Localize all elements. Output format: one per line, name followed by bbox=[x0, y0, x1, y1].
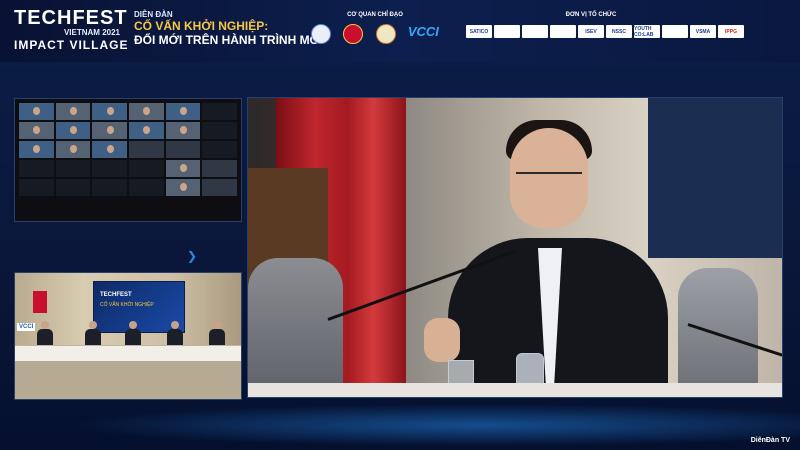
participant-tile bbox=[92, 179, 127, 196]
chevron-decoration-icon: ❯ bbox=[187, 249, 198, 263]
glasses-icon bbox=[516, 172, 582, 186]
participant-tile bbox=[55, 141, 91, 158]
participant-tile bbox=[92, 141, 127, 158]
forum-title-block: DIỄN ĐÀN CỐ VẤN KHỞI NGHIỆP: ĐỔI MỚI TRÊ… bbox=[134, 10, 323, 47]
participant-tile bbox=[19, 103, 54, 120]
organizer-logo: SATICO bbox=[466, 25, 492, 38]
speaker-video bbox=[247, 97, 783, 398]
participant-tile bbox=[165, 141, 201, 158]
participant-tile bbox=[202, 141, 237, 158]
participant-tile bbox=[55, 160, 91, 177]
participant-tile bbox=[19, 160, 54, 177]
participant-tile bbox=[129, 179, 164, 196]
participant-tile bbox=[19, 122, 54, 139]
forum-title-line1: CỐ VẤN KHỞI NGHIỆP: bbox=[134, 19, 269, 33]
techfest-logo: TECHFEST VIETNAM 2021 IMPACT VILLAGE bbox=[14, 8, 128, 52]
video-conference-grid bbox=[14, 98, 242, 222]
organizer-logo bbox=[550, 25, 576, 38]
participant-tile bbox=[129, 160, 164, 177]
participant-tile bbox=[165, 160, 201, 177]
organizer-logo bbox=[494, 25, 520, 38]
conference-table bbox=[15, 345, 241, 362]
youth-union-icon bbox=[375, 24, 396, 44]
national-emblem-icon bbox=[343, 24, 364, 44]
participant-tile bbox=[55, 179, 91, 196]
stage-glow bbox=[0, 400, 800, 450]
organizer-logo: ISEV bbox=[578, 25, 604, 38]
broadcaster-watermark: DiênĐàn TV bbox=[750, 437, 790, 444]
organizer-logo: IPPG bbox=[718, 25, 744, 38]
participant-tile bbox=[92, 122, 127, 139]
participant-tile bbox=[202, 179, 237, 196]
brand-village: IMPACT VILLAGE bbox=[14, 38, 129, 52]
participant-tile bbox=[165, 103, 201, 120]
blue-panel bbox=[648, 98, 782, 258]
participant-tile bbox=[202, 122, 237, 139]
vcci-logo: VCCI bbox=[407, 24, 439, 39]
organizer-logo: NSSC bbox=[606, 25, 632, 38]
organizer-logo: VSMA bbox=[690, 25, 716, 38]
participant-tile bbox=[202, 160, 237, 177]
brand-title: TECHFEST bbox=[14, 7, 128, 29]
ministry-science-icon bbox=[311, 24, 332, 44]
participant-tile bbox=[165, 122, 201, 139]
participant-tile bbox=[202, 103, 237, 120]
participant-tile bbox=[92, 160, 127, 177]
brand-subtitle: VIETNAM 2021 bbox=[63, 28, 120, 37]
conference-room-view: TECHFEST CỐ VẤN KHỞI NGHIỆP VCCI bbox=[14, 272, 242, 400]
vcci-tag: VCCI bbox=[17, 323, 36, 331]
forum-label: DIỄN ĐÀN bbox=[134, 10, 173, 19]
room-floor bbox=[15, 361, 241, 399]
organizer-logos: SATICO ISEV NSSC YOUTH CO:LAB VSMA IPPG bbox=[466, 25, 786, 38]
participant-tile bbox=[129, 103, 164, 120]
participant-tile bbox=[92, 103, 127, 120]
forum-title-line2: ĐỔI MỚI TRÊN HÀNH TRÌNH MỚI bbox=[134, 33, 324, 47]
participant-tile bbox=[165, 179, 201, 196]
participant-tile bbox=[19, 179, 54, 196]
participant-tile bbox=[55, 122, 91, 139]
event-header-banner: TECHFEST VIETNAM 2021 IMPACT VILLAGE DIỄ… bbox=[0, 0, 800, 63]
participant-tiles bbox=[15, 99, 241, 200]
organizer-logo bbox=[662, 25, 688, 38]
organizer-logo bbox=[522, 25, 548, 38]
participant-tile bbox=[55, 103, 91, 120]
organizers-block: ĐƠN VỊ TỔ CHỨC SATICO ISEV NSSC YOUTH CO… bbox=[466, 12, 786, 38]
speaker-hand bbox=[424, 318, 460, 362]
organizers-label: ĐƠN VỊ TỔ CHỨC bbox=[565, 12, 617, 18]
participant-tile bbox=[19, 141, 54, 158]
desk bbox=[248, 383, 782, 397]
chair-left bbox=[248, 258, 343, 397]
participant-tile bbox=[129, 122, 164, 139]
participant-tile bbox=[129, 141, 164, 158]
flag-icon bbox=[33, 291, 47, 313]
organizer-logo: YOUTH CO:LAB bbox=[634, 25, 660, 38]
